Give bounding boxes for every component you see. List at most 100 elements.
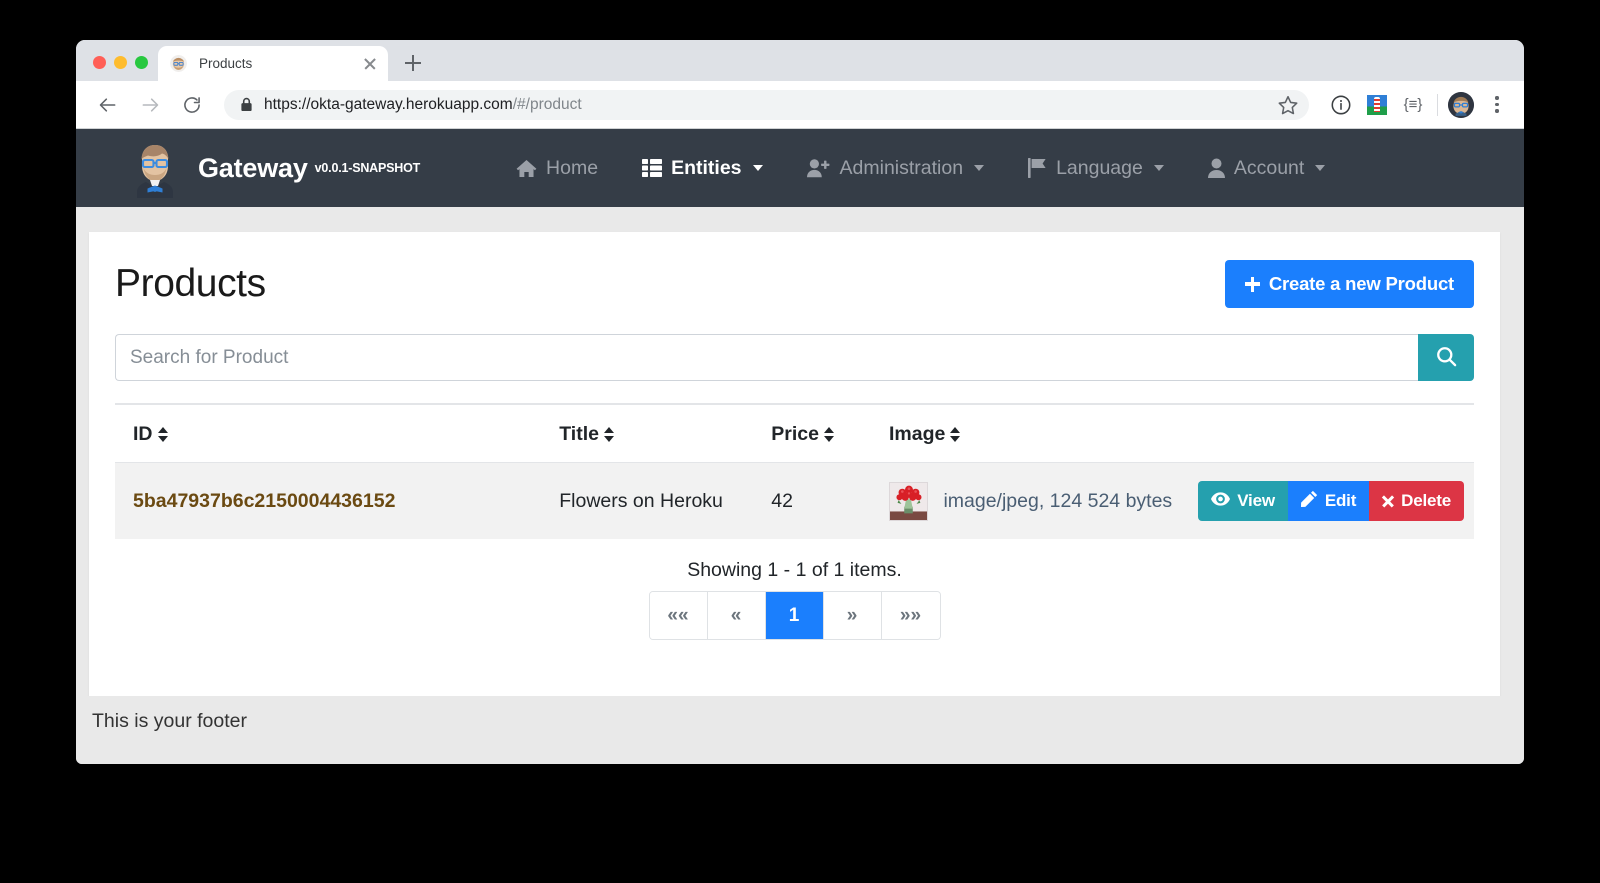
view-button-label: View bbox=[1237, 491, 1275, 511]
search-icon bbox=[1435, 345, 1458, 371]
create-button-label: Create a new Product bbox=[1269, 273, 1454, 295]
profile-avatar-icon[interactable] bbox=[1448, 92, 1474, 118]
pencil-icon bbox=[1301, 490, 1318, 512]
page-viewport: Gateway v0.0.1-SNAPSHOT Home bbox=[76, 129, 1524, 764]
next-page-button[interactable]: » bbox=[824, 592, 882, 639]
chevron-down-icon bbox=[974, 165, 984, 171]
page-header: Products Create a new Product bbox=[115, 260, 1474, 308]
nav-item-entities[interactable]: Entities bbox=[642, 157, 762, 180]
cell-id: 5ba47937b6c2150004436152 bbox=[115, 463, 541, 540]
user-icon bbox=[1208, 158, 1225, 178]
close-icon[interactable] bbox=[362, 56, 378, 72]
brand-version: v0.0.1-SNAPSHOT bbox=[315, 161, 420, 175]
page-footer: This is your footer bbox=[76, 696, 1524, 733]
column-header-title[interactable]: Title bbox=[541, 404, 753, 463]
cell-title: Flowers on Heroku bbox=[541, 463, 753, 540]
products-table: ID Title Price bbox=[115, 403, 1474, 539]
sort-icon bbox=[158, 426, 169, 443]
nav-item-label: Home bbox=[546, 157, 598, 180]
search-bar bbox=[115, 334, 1474, 381]
nav-item-language[interactable]: Language bbox=[1028, 157, 1164, 180]
search-input[interactable] bbox=[115, 334, 1418, 381]
sort-icon bbox=[604, 426, 615, 443]
chevron-down-icon bbox=[1154, 165, 1164, 171]
cell-image: image/jpeg, 124 524 bytes bbox=[871, 463, 1180, 540]
eye-icon bbox=[1211, 491, 1230, 511]
close-window-button[interactable] bbox=[93, 56, 106, 69]
arrow-right-icon[interactable] bbox=[134, 89, 166, 121]
page-1-button[interactable]: 1 bbox=[766, 592, 824, 639]
browser-tab-strip: Products bbox=[76, 40, 1524, 81]
last-page-button[interactable]: »» bbox=[882, 592, 940, 639]
new-tab-button[interactable] bbox=[398, 48, 428, 78]
column-label: Price bbox=[771, 423, 819, 446]
star-icon[interactable] bbox=[1277, 94, 1299, 116]
json-viewer-extension-icon[interactable]: {≡} bbox=[1399, 91, 1427, 119]
view-button[interactable]: View bbox=[1198, 481, 1288, 521]
home-icon bbox=[516, 159, 537, 178]
navbar-items: Home Entities bbox=[516, 157, 1488, 180]
cell-actions: View Edit bbox=[1180, 463, 1474, 540]
delete-button-label: Delete bbox=[1401, 491, 1451, 511]
column-header-price[interactable]: Price bbox=[753, 404, 871, 463]
info-circle-icon[interactable] bbox=[1327, 91, 1355, 119]
red-roses-thumbnail[interactable] bbox=[889, 482, 928, 521]
address-bar-url: https://okta-gateway.herokuapp.com/#/pro… bbox=[264, 96, 1277, 114]
user-plus-icon bbox=[807, 158, 831, 178]
previous-page-button[interactable]: « bbox=[708, 592, 766, 639]
cell-price: 42 bbox=[753, 463, 871, 540]
footer-text: This is your footer bbox=[92, 710, 247, 732]
brand-name: Gateway bbox=[198, 153, 308, 184]
pagination-info: Showing 1 - 1 of 1 items. bbox=[115, 559, 1474, 582]
table-header: ID Title Price bbox=[115, 404, 1474, 463]
image-meta-label[interactable]: image/jpeg, 124 524 bytes bbox=[943, 490, 1172, 512]
column-label: ID bbox=[133, 423, 153, 446]
column-header-image[interactable]: Image bbox=[871, 404, 1180, 463]
column-label: Title bbox=[559, 423, 599, 446]
browser-toolbar: https://okta-gateway.herokuapp.com/#/pro… bbox=[76, 81, 1524, 129]
chevron-down-icon bbox=[1315, 165, 1325, 171]
nav-item-label: Account bbox=[1234, 157, 1304, 180]
nav-item-account[interactable]: Account bbox=[1208, 157, 1325, 180]
column-header-id[interactable]: ID bbox=[115, 404, 541, 463]
browser-window: Products bbox=[76, 40, 1524, 764]
nav-item-label: Language bbox=[1056, 157, 1143, 180]
first-page-button[interactable]: «« bbox=[650, 592, 708, 639]
plus-icon bbox=[1245, 277, 1260, 292]
row-action-buttons: View Edit bbox=[1198, 481, 1464, 521]
table-row[interactable]: 5ba47937b6c2150004436152 Flowers on Hero… bbox=[115, 463, 1474, 540]
column-header-actions bbox=[1180, 404, 1474, 463]
edit-button[interactable]: Edit bbox=[1288, 481, 1369, 521]
arrow-left-icon[interactable] bbox=[92, 89, 124, 121]
sort-icon bbox=[950, 426, 961, 443]
x-icon bbox=[1382, 495, 1394, 507]
pagination: «« « 1 » »» bbox=[649, 591, 941, 640]
app-brand[interactable]: Gateway v0.0.1-SNAPSHOT bbox=[128, 138, 420, 198]
search-button[interactable] bbox=[1418, 334, 1474, 381]
jhipster-mascot-icon bbox=[128, 138, 182, 198]
address-bar[interactable]: https://okta-gateway.herokuapp.com/#/pro… bbox=[224, 90, 1309, 120]
pagination-area: Showing 1 - 1 of 1 items. «« « 1 » »» bbox=[115, 559, 1474, 640]
jhipster-avatar-icon bbox=[170, 55, 187, 72]
lock-icon bbox=[240, 97, 253, 112]
browser-tab[interactable]: Products bbox=[158, 46, 388, 81]
page-title: Products bbox=[115, 262, 266, 306]
kebab-menu-icon[interactable] bbox=[1484, 92, 1510, 118]
nav-item-home[interactable]: Home bbox=[516, 157, 598, 180]
reload-icon[interactable] bbox=[176, 89, 208, 121]
delete-button[interactable]: Delete bbox=[1369, 481, 1464, 521]
minimize-window-button[interactable] bbox=[114, 56, 127, 69]
lighthouse-extension-icon[interactable] bbox=[1363, 91, 1391, 119]
flag-icon bbox=[1028, 158, 1047, 178]
window-controls bbox=[76, 56, 158, 81]
app-navbar: Gateway v0.0.1-SNAPSHOT Home bbox=[76, 129, 1524, 207]
maximize-window-button[interactable] bbox=[135, 56, 148, 69]
content-card: Products Create a new Product bbox=[89, 232, 1500, 696]
chevron-down-icon bbox=[753, 165, 763, 171]
nav-item-administration[interactable]: Administration bbox=[807, 157, 985, 180]
edit-button-label: Edit bbox=[1325, 491, 1356, 511]
table-header-row: ID Title Price bbox=[115, 404, 1474, 463]
create-new-product-button[interactable]: Create a new Product bbox=[1225, 260, 1474, 308]
browser-tab-title: Products bbox=[199, 56, 362, 71]
nav-item-label: Administration bbox=[840, 157, 964, 180]
